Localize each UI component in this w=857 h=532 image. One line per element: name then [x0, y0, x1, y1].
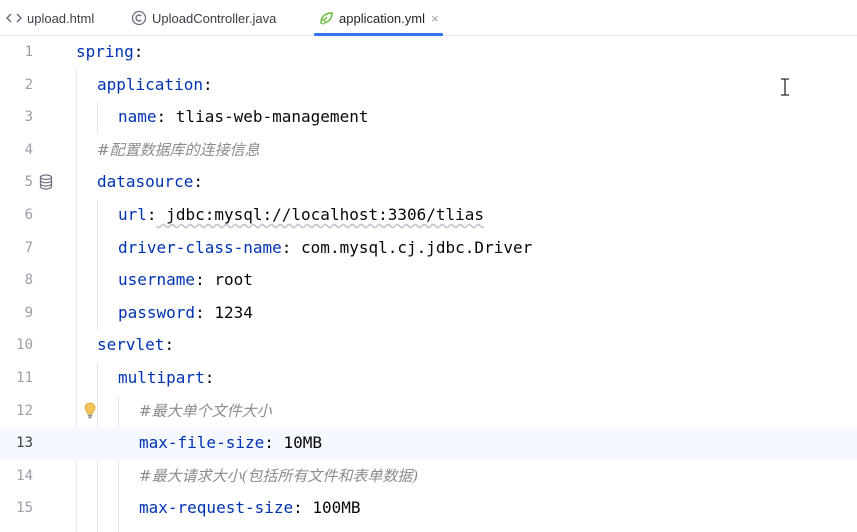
yaml-key: spring	[76, 42, 134, 61]
line-number: 15	[16, 500, 33, 517]
java-class-icon	[131, 10, 147, 26]
yaml-value: 1234	[204, 302, 253, 322]
line-number: 6	[24, 207, 33, 223]
line-number: 11	[16, 370, 33, 386]
yaml-key: datasource	[97, 172, 194, 192]
database-icon[interactable]	[38, 174, 54, 190]
line-number: 13	[16, 435, 33, 452]
tab-label: UploadController.java	[152, 10, 277, 26]
code-line: 9 password: 1234	[0, 297, 857, 330]
yaml-colon: :	[156, 107, 167, 127]
yaml-value: jdbc:mysql://localhost:3306/tlias	[156, 205, 485, 224]
code-text: application:	[97, 69, 213, 102]
code-line: 2 application:	[0, 69, 857, 102]
line-number: 4	[24, 141, 33, 158]
yaml-value: root	[204, 270, 253, 290]
spring-config-icon	[318, 10, 334, 26]
yaml-colon: :	[195, 270, 205, 290]
yaml-colon: :	[281, 237, 292, 257]
code-text: password: 1234	[118, 297, 253, 330]
yaml-key: url	[118, 205, 147, 224]
yaml-key: application	[97, 74, 203, 94]
editor-tab-bar: upload.html UploadController.java applic…	[0, 0, 857, 36]
code-text: url: jdbc:mysql://localhost:3306/tlias	[118, 199, 484, 232]
line-number: 7	[24, 239, 33, 256]
code-line: 4 #配置数据库的连接信息	[0, 134, 857, 167]
code-line-current: 13 max-file-size: 10MB	[0, 427, 857, 460]
text-cursor-icon	[778, 78, 792, 96]
yaml-colon: :	[293, 498, 303, 518]
code-text: username: root	[118, 264, 253, 297]
code-line: 14 #最大请求大小(包括所有文件和表单数据)	[0, 460, 857, 493]
yaml-key: username	[118, 270, 196, 290]
code-line: 5 datasource:	[0, 166, 857, 199]
tab-upload-controller-java[interactable]: UploadController.java	[131, 0, 276, 36]
yaml-value: tlias-web-management	[166, 107, 369, 127]
yaml-colon: :	[202, 74, 213, 94]
yaml-key: servlet	[97, 335, 165, 355]
yaml-key: name	[118, 107, 157, 127]
code-line: 1 spring:	[0, 36, 857, 69]
yaml-colon: :	[193, 172, 203, 192]
code-line: 11 multipart:	[0, 362, 857, 395]
tab-label: application.yml	[339, 10, 425, 26]
yaml-value: 100MB	[302, 498, 361, 518]
code-editor[interactable]: 1 spring: 2 application: 3 name: tlias-w…	[0, 36, 857, 532]
lightbulb-icon[interactable]	[82, 402, 98, 420]
code-line: 6 url: jdbc:mysql://localhost:3306/tlias	[0, 199, 857, 232]
code-line: 7 driver-class-name: com.mysql.cj.jdbc.D…	[0, 232, 857, 265]
code-line: 12 #最大单个文件大小	[0, 395, 857, 428]
yaml-key: driver-class-name	[118, 237, 282, 257]
yaml-comment: #最大单个文件大小	[139, 401, 272, 420]
yaml-comment: #最大请求大小(包括所有文件和表单数据)	[139, 466, 419, 485]
close-tab-icon[interactable]: ×	[431, 11, 439, 26]
line-number: 1	[24, 44, 33, 60]
code-text: driver-class-name: com.mysql.cj.jdbc.Dri…	[118, 232, 532, 265]
code-text: datasource:	[97, 166, 203, 199]
yaml-value: 10MB	[273, 433, 323, 453]
line-number: 12	[16, 402, 33, 419]
line-number: 9	[24, 304, 33, 321]
line-number: 10	[16, 337, 33, 354]
tab-label: upload.html	[27, 10, 95, 26]
line-number: 5	[24, 174, 33, 191]
yaml-colon: :	[133, 42, 144, 61]
code-line: 8 username: root	[0, 264, 857, 297]
yaml-colon: :	[264, 433, 274, 453]
code-text: spring:	[76, 36, 143, 69]
yaml-colon: :	[204, 368, 215, 387]
yaml-comment: #配置数据库的连接信息	[97, 140, 260, 159]
yaml-key: max-request-size	[139, 498, 294, 518]
code-line: 15 max-request-size: 100MB	[0, 492, 857, 525]
line-number: 8	[24, 272, 33, 289]
yaml-key: multipart	[118, 368, 205, 387]
html-file-icon	[6, 10, 22, 26]
code-text: max-request-size: 100MB	[139, 492, 361, 525]
code-line: 10 servlet:	[0, 329, 857, 362]
yaml-key: password	[118, 302, 196, 322]
tab-upload-html[interactable]: upload.html	[6, 0, 94, 36]
code-text: multipart:	[118, 362, 214, 395]
code-text: max-file-size: 10MB	[139, 427, 322, 460]
yaml-value: com.mysql.cj.jdbc.Driver	[291, 237, 533, 257]
code-text: name: tlias-web-management	[118, 101, 368, 134]
code-line: 3 name: tlias-web-management	[0, 101, 857, 134]
yaml-colon: :	[164, 335, 175, 355]
yaml-colon: :	[146, 205, 157, 224]
line-number: 14	[16, 467, 33, 484]
tab-application-yml[interactable]: application.yml ×	[314, 0, 443, 36]
yaml-key: max-file-size	[139, 433, 265, 453]
yaml-colon: :	[195, 302, 205, 322]
line-number: 2	[24, 76, 33, 93]
line-number: 3	[24, 109, 33, 126]
code-text: servlet:	[97, 329, 174, 362]
